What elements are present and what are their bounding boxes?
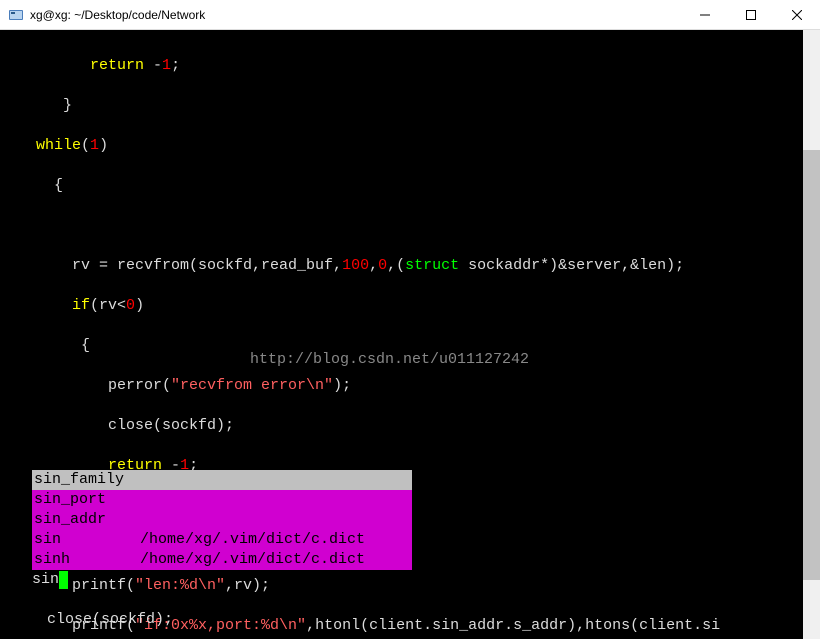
window-titlebar: xg@xg: ~/Desktop/code/Network (0, 0, 820, 30)
completion-item[interactable]: sin_family (32, 470, 412, 490)
maximize-button[interactable] (728, 0, 774, 29)
completion-item[interactable]: sin_port (32, 490, 412, 510)
close-button[interactable] (774, 0, 820, 29)
window-controls (682, 0, 820, 29)
terminal-area[interactable]: return -1; } while(1) { rv = recvfrom(so… (0, 30, 820, 639)
scrollbar-track[interactable] (803, 30, 820, 639)
completion-item[interactable]: sin_addr (32, 510, 412, 530)
app-icon (8, 7, 24, 23)
scrollbar-thumb[interactable] (803, 150, 820, 580)
completion-popup[interactable]: sin_familysin_portsin_addrsin/home/xg/.v… (32, 470, 412, 570)
typed-input-line[interactable]: sin (32, 570, 68, 590)
completion-item[interactable]: sinh/home/xg/.vim/dict/c.dict (32, 550, 412, 570)
vim-statusbar: -- Keyword completion (^N^P) match 1 of … (0, 619, 820, 639)
cursor (59, 571, 68, 589)
window-title: xg@xg: ~/Desktop/code/Network (30, 8, 682, 22)
completion-item[interactable]: sin/home/xg/.vim/dict/c.dict (32, 530, 412, 550)
minimize-button[interactable] (682, 0, 728, 29)
